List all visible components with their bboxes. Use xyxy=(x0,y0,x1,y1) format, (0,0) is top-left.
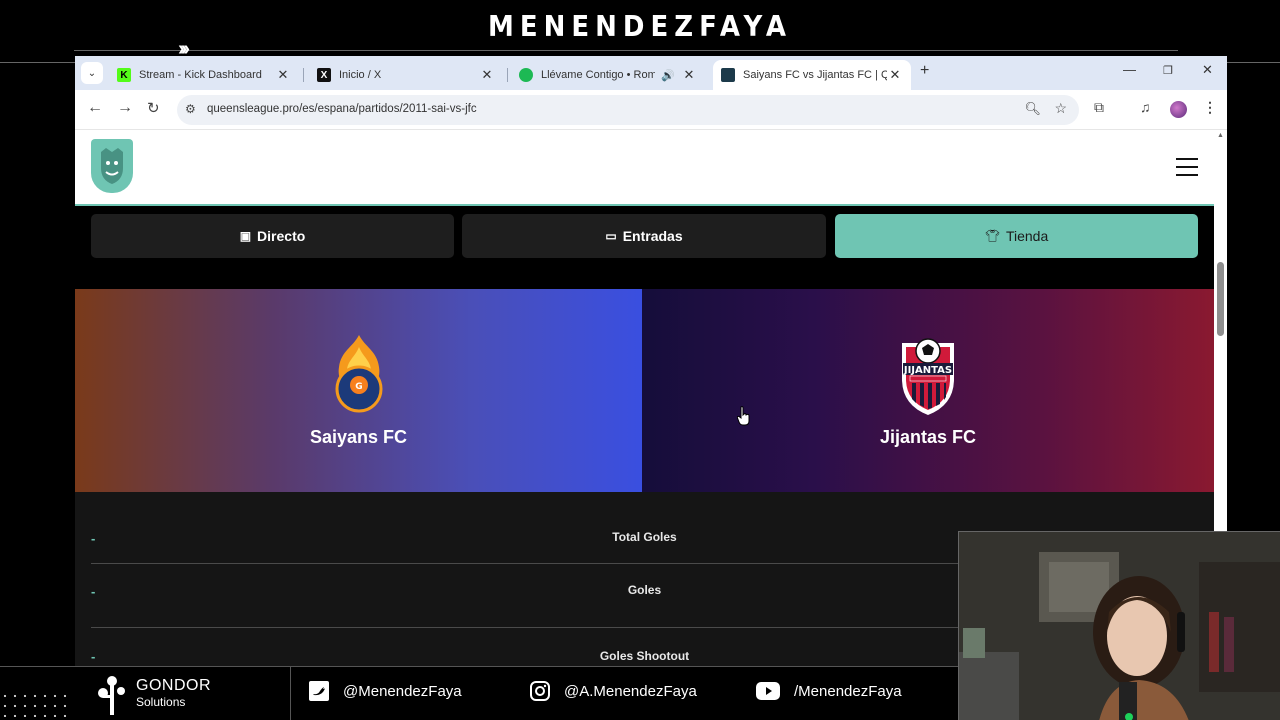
extensions-icon[interactable]: ⧉ xyxy=(1094,99,1104,116)
svg-text:G: G xyxy=(355,382,362,392)
match-teams: G Saiyans FC JIJANTAS Jijantas FC xyxy=(75,289,1214,492)
speaker-icon[interactable]: 🔊 xyxy=(661,69,675,82)
profile-avatar[interactable] xyxy=(1170,101,1187,118)
shirt-icon: 👕︎ xyxy=(984,229,1000,243)
tab-search-button[interactable]: ⌄ xyxy=(81,62,103,84)
away-team-name: Jijantas FC xyxy=(879,427,977,447)
tab-kick-dashboard[interactable]: K Stream - Kick Dashboard ✕ xyxy=(109,60,299,90)
twitter-handle: @MenendezFaya xyxy=(309,681,462,701)
browser-toolbar: ← → ↻ ⚙ queensleague.pro/es/espana/parti… xyxy=(75,90,1227,130)
youtube-handle: /MenendezFaya xyxy=(756,681,902,701)
site-info-icon[interactable]: ⚙ xyxy=(185,102,196,116)
instagram-handle: @A.MenendezFaya xyxy=(530,681,697,701)
button-label: Directo xyxy=(257,228,306,244)
away-team-panel[interactable]: JIJANTAS Jijantas FC xyxy=(642,289,1214,492)
jijantas-crest-icon: JIJANTAS xyxy=(902,338,954,415)
brand-subtitle: Solutions xyxy=(136,695,186,709)
tab-separator xyxy=(303,68,304,82)
tienda-button[interactable]: 👕︎ Tienda xyxy=(835,214,1198,258)
restore-icon[interactable]: ❐ xyxy=(1163,64,1173,77)
reload-icon[interactable]: ↻ xyxy=(147,99,160,117)
streamer-webcam-image xyxy=(959,532,1280,720)
tab-strip: ⌄ K Stream - Kick Dashboard ✕ X Inicio /… xyxy=(75,56,1227,90)
stream-frame: MENENDEZFAYA ››› ⌄ K Stream - Kick Dashb… xyxy=(0,0,1280,720)
tab-spotify[interactable]: Llévame Contigo • Romeo S 🔊 ✕ xyxy=(511,60,705,90)
dot-pattern-decoration xyxy=(0,691,70,717)
saiyans-crest-icon: G xyxy=(335,335,382,413)
tab-queensleague[interactable]: Saiyans FC vs Jijantas FC | Quee ✕ xyxy=(713,60,911,90)
entradas-button[interactable]: ▭ Entradas xyxy=(462,214,826,258)
instagram-icon xyxy=(530,681,550,701)
zoom-icon[interactable]: 🔍︎ xyxy=(1024,101,1041,117)
close-tab-icon[interactable]: ✕ xyxy=(479,67,495,83)
instagram-handle-text: @A.MenendezFaya xyxy=(564,682,697,700)
action-buttons: ▣ Directo ▭ Entradas 👕︎ Tienda xyxy=(91,214,1198,258)
url-text[interactable]: queensleague.pro/es/espana/partidos/2011… xyxy=(207,103,477,115)
scrollbar-thumb[interactable] xyxy=(1217,262,1224,336)
queens-league-logo[interactable] xyxy=(91,139,133,193)
streamer-title: MENENDEZFAYA xyxy=(488,10,792,44)
media-control-icon[interactable]: ♫ xyxy=(1140,99,1151,115)
address-bar[interactable]: ⚙ queensleague.pro/es/espana/partidos/20… xyxy=(177,95,1079,125)
spotify-icon xyxy=(519,68,533,82)
twitter-icon xyxy=(309,681,329,701)
ticket-icon: ▭ xyxy=(605,229,617,243)
tab-title: Llévame Contigo • Romeo S xyxy=(541,69,656,81)
hand-cursor-icon xyxy=(737,406,750,426)
divider xyxy=(290,667,291,720)
close-tab-icon[interactable]: ✕ xyxy=(887,67,903,83)
twitch-icon: ▣ xyxy=(239,229,252,243)
twitter-handle-text: @MenendezFaya xyxy=(343,682,462,700)
menu-kebab-icon[interactable]: ⋮ xyxy=(1203,99,1217,116)
close-tab-icon[interactable]: ✕ xyxy=(275,67,291,83)
tab-x-inicio[interactable]: X Inicio / X ✕ xyxy=(309,60,503,90)
youtube-handle-text: /MenendezFaya xyxy=(794,682,902,700)
hamburger-menu-icon[interactable] xyxy=(1176,158,1198,176)
home-team-name: Saiyans FC xyxy=(309,427,408,447)
close-window-icon[interactable]: ✕ xyxy=(1202,62,1213,78)
crown-head-icon xyxy=(101,148,123,184)
queensleague-icon xyxy=(721,68,735,82)
button-label: Entradas xyxy=(622,228,683,244)
kick-icon: K xyxy=(117,68,131,82)
overlay-divider-left xyxy=(0,62,80,63)
site-header xyxy=(75,130,1214,206)
back-icon[interactable]: ← xyxy=(87,99,103,117)
scroll-up-icon[interactable]: ▲ xyxy=(1217,132,1224,139)
new-tab-button[interactable]: + xyxy=(920,62,929,80)
x-icon: X xyxy=(317,68,331,82)
home-team-panel[interactable]: G Saiyans FC xyxy=(75,289,642,492)
button-label: Tienda xyxy=(1005,228,1049,244)
youtube-icon xyxy=(756,681,780,701)
minimize-icon[interactable]: — xyxy=(1123,62,1136,77)
bookmark-star-icon[interactable]: ☆ xyxy=(1054,100,1067,117)
close-tab-icon[interactable]: ✕ xyxy=(681,67,697,83)
page-scrollbar[interactable]: ▲ xyxy=(1214,130,1227,530)
directo-button[interactable]: ▣ Directo xyxy=(91,214,454,258)
overlay-divider-right xyxy=(1226,62,1280,63)
gondor-tree-icon xyxy=(98,676,125,715)
tab-separator xyxy=(507,68,508,82)
forward-icon[interactable]: → xyxy=(117,99,133,117)
webcam-feed xyxy=(958,531,1280,720)
tab-title: Saiyans FC vs Jijantas FC | Quee xyxy=(743,69,887,81)
gondor-solutions-logo: GONDOR Solutions xyxy=(94,675,294,715)
overlay-divider xyxy=(74,50,1178,51)
svg-text:JIJANTAS: JIJANTAS xyxy=(903,365,952,376)
tab-title: Stream - Kick Dashboard xyxy=(139,69,262,81)
tab-title: Inicio / X xyxy=(339,69,382,81)
brand-name: GONDOR xyxy=(136,677,211,694)
